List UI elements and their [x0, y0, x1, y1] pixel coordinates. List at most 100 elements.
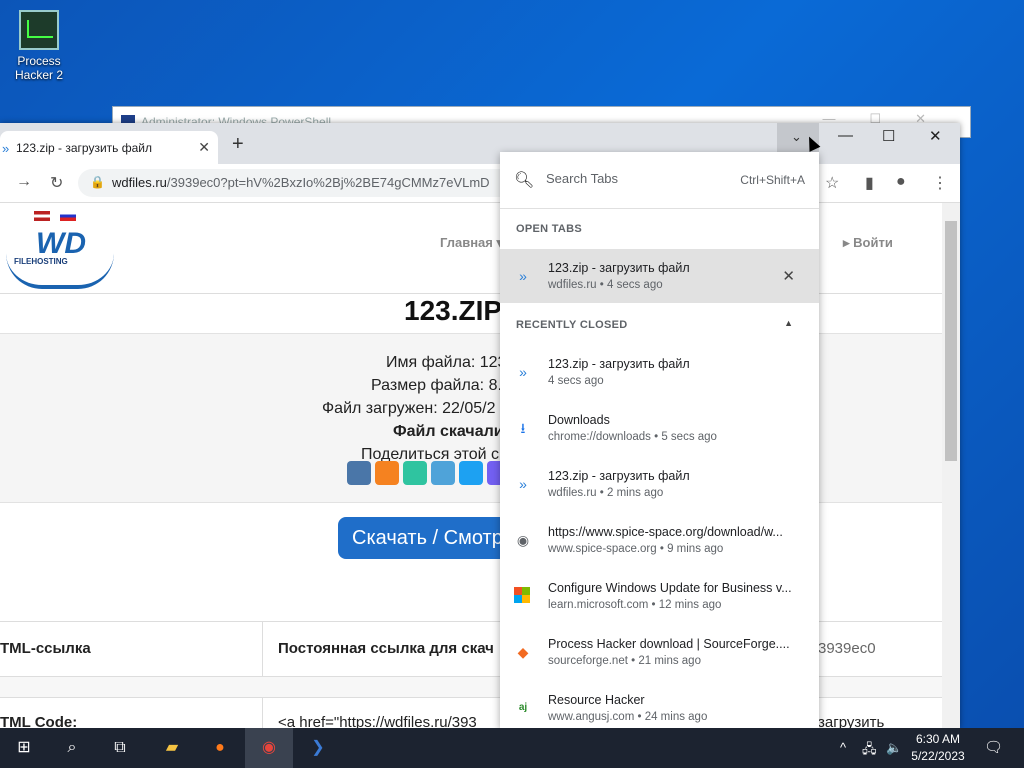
network-icon[interactable]: 🖧 [862, 740, 877, 762]
vk-share-icon[interactable] [347, 461, 371, 485]
side-panel-icon[interactable]: ▮ [865, 173, 874, 193]
html-code-value-end: загрузить [818, 714, 885, 728]
open-tab-item[interactable]: » 123.zip - загрузить файл wdfiles.ru • … [500, 249, 819, 303]
wdfiles-favicon-icon: » [2, 141, 10, 156]
firefox-icon[interactable]: ● [196, 728, 244, 768]
tab-search-popup: 🔍︎ Ctrl+Shift+A OPEN TABS » 123.zip - за… [500, 152, 819, 728]
process-hacker-icon [19, 10, 59, 50]
process-hacker-shortcut[interactable]: Process Hacker 2 [8, 10, 70, 82]
recent-item-title: Configure Windows Update for Business v.… [548, 581, 792, 595]
file-downloads-line: Файл скачали [393, 423, 504, 440]
flag-ru-icon[interactable] [60, 211, 76, 221]
recent-item-sub: sourceforge.net • 21 mins ago [548, 655, 701, 667]
recent-item[interactable]: ◉ https://www.spice-space.org/download/w… [500, 513, 819, 567]
collapse-caret-icon[interactable]: ▲ [784, 318, 793, 328]
nav-login-link[interactable]: ▸ Войти [843, 235, 893, 251]
html-code-label: TML Code: [0, 714, 78, 728]
nav-main-link[interactable]: Главная ▾ [440, 235, 503, 251]
sourceforge-icon: ◆ [517, 644, 529, 660]
search-icon: 🔍︎ [514, 172, 535, 189]
tab-search-shortcut: Ctrl+Shift+A [740, 173, 805, 187]
tab-search-input[interactable] [544, 170, 728, 187]
logo-text: WD [36, 227, 86, 260]
menu-kebab-icon[interactable]: ⋮ [932, 173, 948, 193]
recent-item-sub: chrome://downloads • 5 secs ago [548, 431, 717, 443]
recently-closed-header: RECENTLY CLOSED [516, 319, 628, 331]
recent-item-sub: wdfiles.ru • 2 mins ago [548, 487, 664, 499]
microsoft-icon [514, 587, 530, 603]
chevron-down-icon: ⌄ [791, 129, 802, 144]
angusj-icon: aj [518, 702, 528, 713]
recent-item-title: 123.zip - загрузить файл [548, 357, 690, 371]
recent-item-title: Process Hacker download | SourceForge...… [548, 637, 790, 651]
permalink-value[interactable]: 3939ec0 [818, 640, 876, 657]
recent-item[interactable]: » 123.zip - загрузить файл wdfiles.ru • … [500, 457, 819, 511]
download-icon: ⭳ [520, 420, 526, 436]
clock[interactable]: 6:30 AM 5/22/2023 [908, 731, 968, 765]
file-size-line: Размер файла: 8. [371, 377, 502, 394]
permalink-label: Постоянная ссылка для скач [278, 640, 494, 657]
powershell-taskbar-icon[interactable]: ❯ [294, 728, 342, 768]
new-tab-button[interactable]: + [232, 133, 244, 156]
wdfiles-icon: » [519, 268, 527, 284]
logo-subtext: FILEHOSTING [14, 257, 68, 266]
recent-item-sub: www.spice-space.org • 9 mins ago [548, 543, 724, 555]
open-tabs-header: OPEN TABS [516, 223, 583, 235]
taskbar: ⊞ ⌕ ⧉ ▰ ● ◉ ❯ ^ 🖧 🔈 6:30 AM 5/22/2023 🗨 [0, 728, 1024, 768]
recent-item-sub: learn.microsoft.com • 12 mins ago [548, 599, 722, 611]
tab-wdfiles[interactable]: » 123.zip - загрузить файл ✕ [0, 131, 218, 164]
recent-item-sub: 4 secs ago [548, 375, 604, 387]
recent-item-title: https://www.spice-space.org/download/w..… [548, 525, 783, 539]
maximize-button[interactable]: ☐ [882, 127, 895, 145]
scrollbar-thumb[interactable] [945, 221, 957, 461]
share-icon[interactable] [403, 461, 427, 485]
globe-icon: ◉ [516, 532, 530, 548]
url-path: /3939ec0?pt=hV%2BxzIo%2Bj%2BE74gCMMz7eVL… [166, 175, 490, 190]
recent-item-sub: www.angusj.com • 24 mins ago [548, 711, 708, 723]
url-host: wdfiles.ru [112, 175, 167, 190]
chrome-icon[interactable]: ◉ [245, 728, 293, 768]
tab-title: 123.zip - загрузить файл [16, 141, 152, 155]
telegram-share-icon[interactable] [431, 461, 455, 485]
reload-button[interactable]: ↻ [50, 173, 63, 193]
wdfiles-icon: » [519, 476, 527, 492]
search-taskbar-icon[interactable]: ⌕ [48, 728, 96, 768]
clock-date: 5/22/2023 [911, 749, 965, 763]
site-logo[interactable]: WD FILEHOSTING [6, 225, 116, 289]
process-hacker-label: Process Hacker 2 [14, 54, 64, 82]
minimize-button[interactable]: — [838, 127, 853, 144]
open-tab-title: 123.zip - загрузить файл [548, 261, 690, 275]
recent-item[interactable]: aj Resource Hacker www.angusj.com • 24 m… [500, 681, 819, 728]
recent-item-title: Resource Hacker [548, 693, 645, 707]
twitter-share-icon[interactable] [459, 461, 483, 485]
profile-avatar-icon[interactable]: ● [896, 173, 906, 191]
download-button-label: Скачать / Смотр [352, 527, 503, 549]
tray-chevron-icon[interactable]: ^ [840, 740, 846, 755]
tab-search-row: 🔍︎ Ctrl+Shift+A [500, 152, 819, 209]
recent-item-title: 123.zip - загрузить файл [548, 469, 690, 483]
file-uploaded-line: Файл загружен: 22/05/2 [322, 400, 496, 417]
notifications-icon[interactable]: 🗨 [984, 738, 1003, 756]
recent-item[interactable]: Configure Windows Update for Business v.… [500, 569, 819, 623]
page-scrollbar[interactable] [942, 203, 960, 728]
file-heading: 123.ZIP [404, 295, 503, 326]
recent-item[interactable]: ◆ Process Hacker download | SourceForge.… [500, 625, 819, 679]
ok-share-icon[interactable] [375, 461, 399, 485]
close-window-button[interactable]: ✕ [929, 127, 942, 145]
recent-item[interactable]: ⭳ Downloads chrome://downloads • 5 secs … [500, 401, 819, 455]
start-button[interactable]: ⊞ [0, 728, 48, 768]
flag-en-icon[interactable] [34, 211, 50, 221]
open-tab-sub: wdfiles.ru • 4 secs ago [548, 279, 663, 291]
recent-item[interactable]: » 123.zip - загрузить файл 4 secs ago [500, 345, 819, 399]
task-view-icon[interactable]: ⧉ [96, 728, 144, 768]
tab-close-icon[interactable]: ✕ [198, 139, 210, 156]
lock-icon[interactable]: 🔒 [90, 175, 105, 189]
file-explorer-icon[interactable]: ▰ [148, 728, 196, 768]
bookmark-star-icon[interactable]: ☆ [825, 173, 839, 193]
volume-muted-icon[interactable]: 🔈 [886, 740, 902, 756]
recent-item-title: Downloads [548, 413, 610, 427]
forward-button[interactable]: → [16, 173, 32, 191]
close-tab-icon[interactable]: ✕ [782, 267, 795, 285]
html-link-label: TML-ссылка [0, 640, 91, 657]
html-code-value[interactable]: <a href="https://wdfiles.ru/393 [278, 714, 477, 728]
